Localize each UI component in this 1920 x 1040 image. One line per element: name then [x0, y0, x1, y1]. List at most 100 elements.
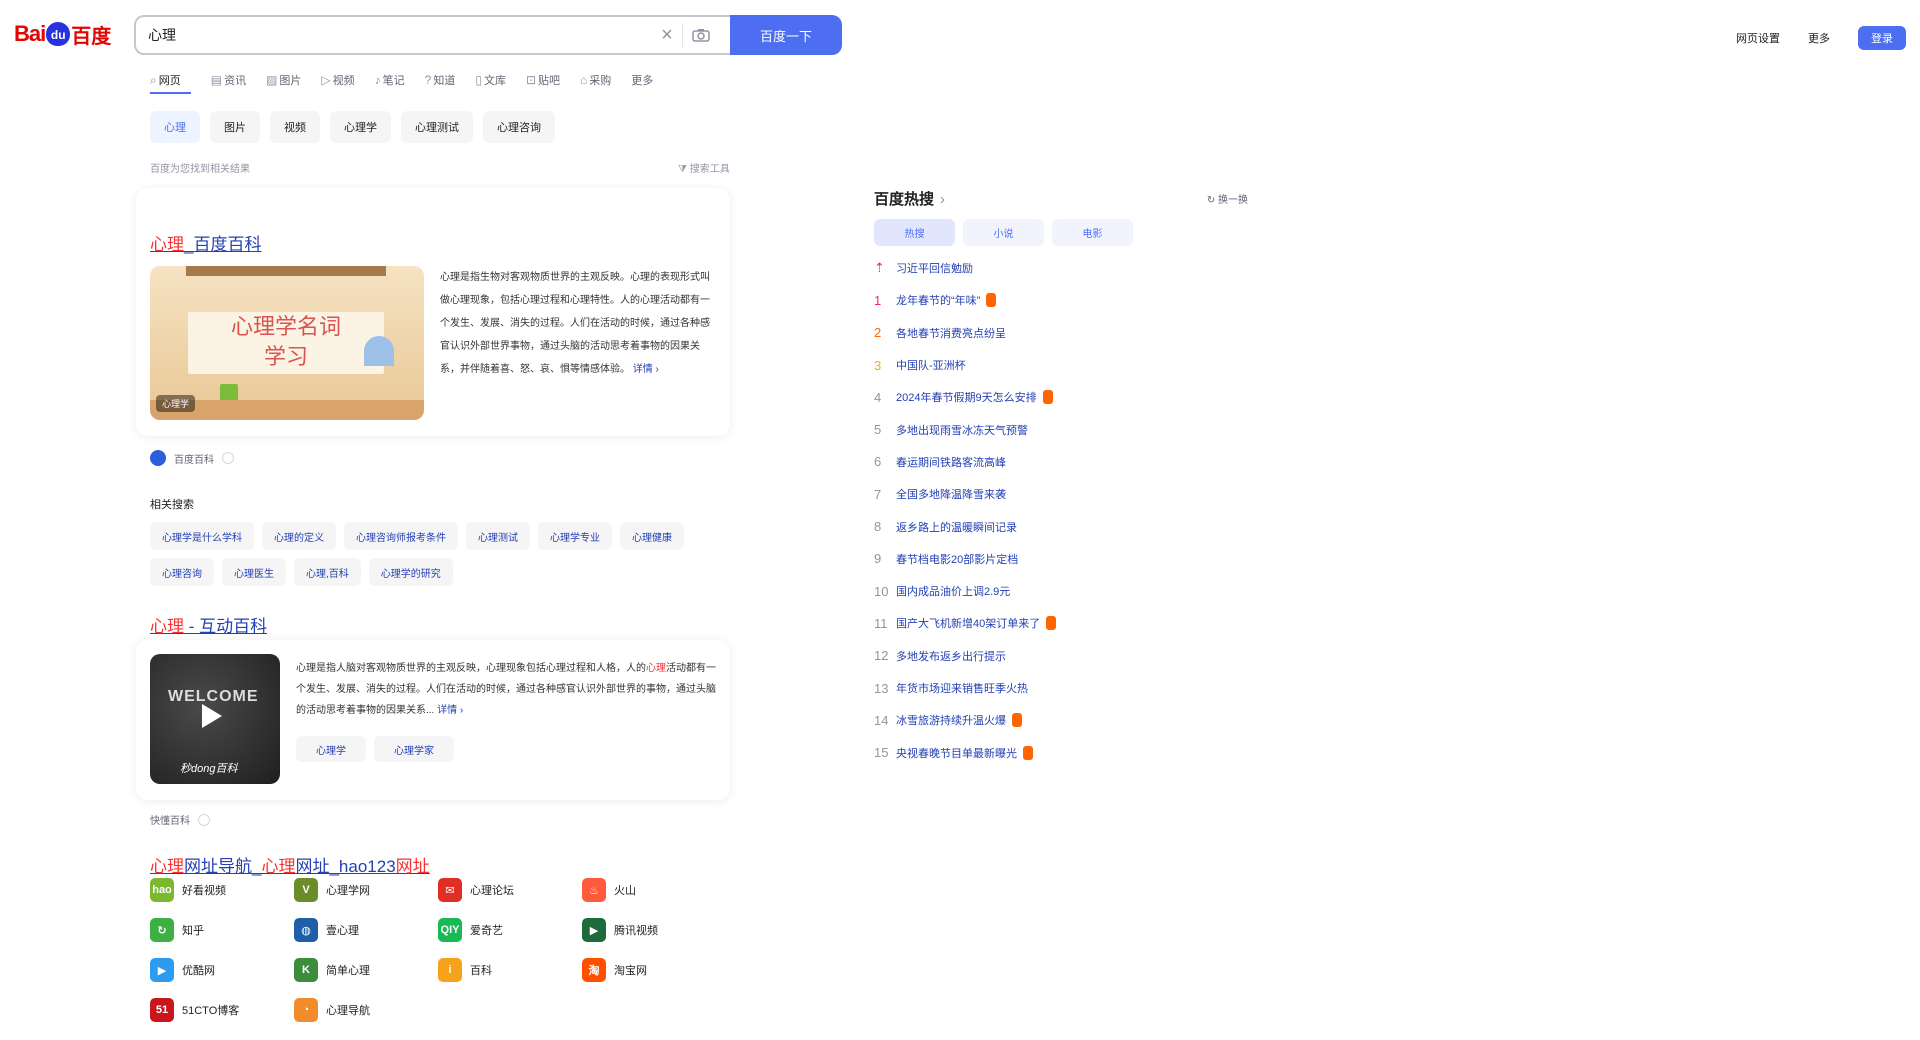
- hot-item-text: 冰雪旅游持续升温火爆: [896, 715, 1006, 728]
- related-item[interactable]: 心理,百科: [294, 558, 361, 586]
- related-item[interactable]: 心理咨询师报考条件: [344, 522, 458, 550]
- hot-title[interactable]: 百度热搜 ›: [874, 188, 945, 209]
- tab-wenku[interactable]: ▯ 文库: [475, 68, 506, 92]
- related-item[interactable]: 心理测试: [466, 522, 530, 550]
- source-name[interactable]: 百度百科: [174, 451, 214, 466]
- baidu-logo[interactable]: Bai du 百度: [14, 16, 120, 52]
- sub-link-button[interactable]: 心理学: [296, 736, 366, 762]
- tab-notes[interactable]: ♪ 笔记: [375, 68, 405, 92]
- tab-purchase[interactable]: ⌂ 采购: [580, 68, 611, 92]
- site-link[interactable]: i 百科: [438, 958, 582, 982]
- hot-item[interactable]: 4 2024年春节假期9天怎么安排: [874, 381, 1248, 413]
- filter-icon: ⧩: [678, 164, 690, 175]
- tab-web[interactable]: ⌕ 网页: [150, 68, 191, 94]
- hot-header: 百度热搜 › ↻ 换一换: [874, 188, 1248, 209]
- settings-link[interactable]: 网页设置: [1736, 30, 1780, 46]
- result-title-link[interactable]: 心理 - 互动百科: [150, 612, 267, 637]
- tab-label: 图片: [279, 75, 302, 87]
- chip-item[interactable]: 心理: [150, 111, 200, 143]
- hot-item[interactable]: 12 多地发布返乡出行提示: [874, 640, 1248, 672]
- tab-images[interactable]: ▨ 图片: [266, 68, 301, 92]
- hot-item[interactable]: 11 国产大飞机新增40架订单来了: [874, 607, 1248, 639]
- result-title-link[interactable]: 心理网址导航_心理网址_hao123网址: [150, 852, 430, 877]
- hot-tab[interactable]: 小说: [963, 219, 1044, 246]
- more-label: 详情: [437, 705, 458, 716]
- hot-rank: 15: [874, 745, 889, 761]
- site-link[interactable]: 51 51CTO博客: [150, 998, 294, 1022]
- more-link[interactable]: 详情 ›: [633, 364, 659, 375]
- hot-item[interactable]: 1 龙年春节的“年味”: [874, 284, 1248, 316]
- hot-item[interactable]: 3 中国队-亚洲杯: [874, 349, 1248, 381]
- search-query[interactable]: 心理: [148, 25, 652, 45]
- search-tools-button[interactable]: ⧩ 搜索工具: [678, 160, 730, 175]
- site-link[interactable]: ▶ 腾讯视频: [582, 918, 726, 942]
- related-item[interactable]: 心理学专业: [538, 522, 612, 550]
- site-link[interactable]: ▶ 优酷网: [150, 958, 294, 982]
- tab-video[interactable]: ▷ 视频: [321, 68, 354, 92]
- hot-badge-icon: [986, 293, 997, 308]
- chip-item[interactable]: 图片: [210, 111, 260, 143]
- login-button[interactable]: 登录: [1858, 26, 1906, 50]
- hot-item[interactable]: ⇡ 习近平回信勉励: [874, 252, 1248, 284]
- related-item[interactable]: 心理咨询: [150, 558, 214, 586]
- result-thumbnail-video[interactable]: WELCOME 秒dong百科: [150, 654, 280, 784]
- video-icon: ▷: [321, 73, 331, 87]
- related-item[interactable]: 心理医生: [222, 558, 286, 586]
- tab-label: 更多: [631, 75, 654, 87]
- site-link[interactable]: QIY 爱奇艺: [438, 918, 582, 942]
- site-link[interactable]: ◍ 壹心理: [294, 918, 438, 942]
- more-link[interactable]: 详情 ›: [437, 705, 463, 716]
- more-link[interactable]: 更多: [1808, 30, 1830, 46]
- related-item[interactable]: 心理健康: [620, 522, 684, 550]
- hot-item[interactable]: 8 返乡路上的温暖瞬间记录: [874, 510, 1248, 542]
- search-button[interactable]: 百度一下: [730, 15, 842, 55]
- hot-item[interactable]: 5 多地出现雨雪冰冻天气预警: [874, 413, 1248, 445]
- tab-tieba[interactable]: ⊡ 贴吧: [526, 68, 560, 92]
- related-item[interactable]: 心理学的研究: [368, 558, 453, 586]
- site-link[interactable]: ♨ 火山: [582, 878, 726, 902]
- site-logo-icon: ♨: [582, 878, 606, 902]
- site-link[interactable]: ↻ 知乎: [150, 918, 294, 942]
- hot-tab[interactable]: 电影: [1052, 219, 1133, 246]
- result-title-link[interactable]: 心理_百度百科: [150, 230, 261, 255]
- chip-item[interactable]: 心理学: [330, 111, 391, 143]
- hot-item[interactable]: 15 央视春晚节目单最新曝光: [874, 736, 1248, 768]
- chip-item[interactable]: 心理咨询: [483, 111, 555, 143]
- camera-icon[interactable]: [682, 23, 718, 47]
- hot-item[interactable]: 10 国内成品油价上调2.9元: [874, 575, 1248, 607]
- hot-item[interactable]: 6 春运期间铁路客流高峰: [874, 446, 1248, 478]
- brand-watermark: 秒dong百科: [180, 763, 238, 775]
- site-link[interactable]: K 简单心理: [294, 958, 438, 982]
- search-tabs: ⌕ 网页 ▤ 资讯 ▨ 图片 ▷ 视频 ♪ 笔记 ? 知道 ▯ 文库 ⊡ 贴吧 ⌂ 采购 更多: [150, 68, 673, 94]
- hot-item[interactable]: 7 全国多地降温降雪来袭: [874, 478, 1248, 510]
- tab-more[interactable]: 更多: [631, 68, 653, 92]
- hot-item[interactable]: 14 冰雪旅游持续升温火爆: [874, 704, 1248, 736]
- hot-title-text: 百度热搜: [874, 191, 935, 208]
- tab-news[interactable]: ▤ 资讯: [211, 68, 246, 92]
- play-icon[interactable]: [202, 704, 222, 728]
- site-logo-icon: ✉: [438, 878, 462, 902]
- site-link[interactable]: V 心理学网: [294, 878, 438, 902]
- site-link[interactable]: ◔ 心理导航: [294, 998, 438, 1022]
- tab-zhidao[interactable]: ? 知道: [425, 68, 456, 92]
- hot-item[interactable]: 2 各地春节消费亮点纷呈: [874, 317, 1248, 349]
- site-logo-icon: 51: [150, 998, 174, 1022]
- hot-tab[interactable]: 热搜: [874, 219, 955, 246]
- clear-icon[interactable]: ×: [652, 24, 682, 47]
- chip-item[interactable]: 心理测试: [401, 111, 473, 143]
- hot-item-text: 国内成品油价上调2.9元: [896, 586, 1011, 599]
- site-link[interactable]: hao 好看视频: [150, 878, 294, 902]
- source-name[interactable]: 快懂百科: [150, 812, 190, 827]
- hot-item[interactable]: 13 年货市场迎来销售旺季火热: [874, 672, 1248, 704]
- sub-link-button[interactable]: 心理学家: [374, 736, 454, 762]
- hot-item[interactable]: 9 春节档电影20部影片定档: [874, 543, 1248, 575]
- result-thumbnail-video[interactable]: 心理学名词 学习 心理学: [150, 266, 424, 420]
- chip-item[interactable]: 视频: [270, 111, 320, 143]
- site-link[interactable]: ✉ 心理论坛: [438, 878, 582, 902]
- site-link[interactable]: 淘淘宝网: [582, 958, 726, 982]
- related-item[interactable]: 心理的定义: [262, 522, 336, 550]
- refresh-button[interactable]: ↻ 换一换: [1207, 191, 1248, 206]
- search-input[interactable]: 心理 ×: [134, 15, 730, 55]
- site-name: 心理导航: [326, 1005, 370, 1017]
- related-item[interactable]: 心理学是什么学科: [150, 522, 254, 550]
